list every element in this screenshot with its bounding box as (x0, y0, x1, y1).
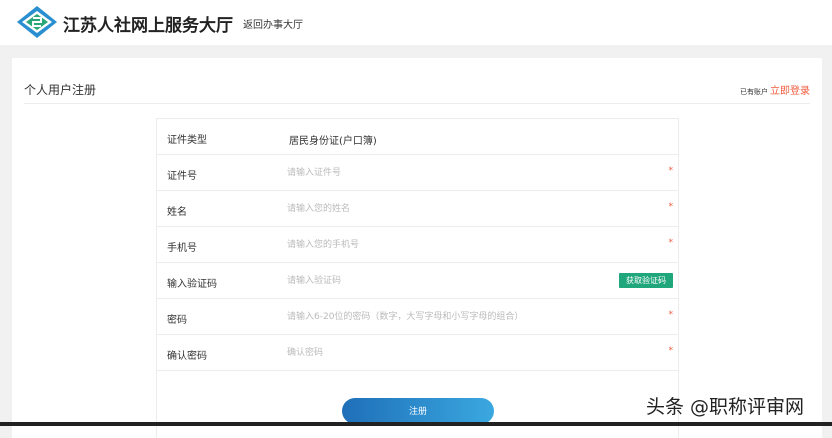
logo-icon (17, 6, 57, 38)
password-input[interactable] (287, 307, 657, 327)
register-form: 证件类型 居民身份证(户口簿) 证件号 * 姓名 * 手机号 * 输入验证码 获… (156, 118, 679, 438)
verification-code-input[interactable] (287, 271, 657, 291)
name-input[interactable] (287, 199, 657, 219)
required-mark: * (668, 346, 674, 356)
required-mark: * (668, 310, 674, 320)
login-hint: 已有账户 立即登录 (740, 82, 810, 97)
register-button[interactable]: 注册 (342, 398, 494, 424)
divider (24, 103, 810, 104)
form-row-confirm-password: 确认密码 * (157, 335, 678, 371)
id-number-input[interactable] (287, 163, 657, 183)
form-row-name: 姓名 * (157, 191, 678, 227)
form-row-code: 输入验证码 获取验证码 (157, 263, 678, 299)
confirm-password-input[interactable] (287, 343, 657, 363)
field-label: 手机号 (167, 243, 197, 254)
required-mark: * (668, 166, 674, 176)
have-account-text: 已有账户 (740, 88, 768, 96)
watermark: 头条 @职称评审网 (646, 396, 805, 418)
page-title: 个人用户注册 (24, 83, 97, 97)
register-card: 个人用户注册 已有账户立即登录 证件类型 居民身份证(户口簿) 证件号 * 姓名… (12, 58, 822, 438)
site-title: 江苏人社网上服务大厅 (63, 16, 233, 36)
field-label: 输入验证码 (167, 279, 217, 290)
form-row-phone: 手机号 * (157, 227, 678, 263)
login-link[interactable]: 立即登录 (770, 86, 810, 97)
field-label: 证件类型 (167, 135, 207, 146)
form-row-id-type: 证件类型 居民身份证(户口簿) (157, 119, 678, 155)
get-code-button[interactable]: 获取验证码 (619, 273, 673, 288)
field-label: 密码 (167, 315, 187, 326)
required-mark: * (668, 238, 674, 248)
field-label: 姓名 (167, 207, 187, 218)
back-to-hall-link[interactable]: 返回办事大厅 (243, 16, 303, 31)
field-label: 确认密码 (167, 351, 207, 362)
header: 江苏人社网上服务大厅 返回办事大厅 (0, 0, 832, 45)
form-row-password: 密码 * (157, 299, 678, 335)
field-label: 证件号 (167, 171, 197, 182)
form-row-id-number: 证件号 * (157, 155, 678, 191)
id-type-select[interactable]: 居民身份证(户口簿) (289, 132, 377, 147)
phone-input[interactable] (287, 235, 657, 255)
required-mark: * (668, 202, 674, 212)
bottom-strip (0, 422, 832, 426)
